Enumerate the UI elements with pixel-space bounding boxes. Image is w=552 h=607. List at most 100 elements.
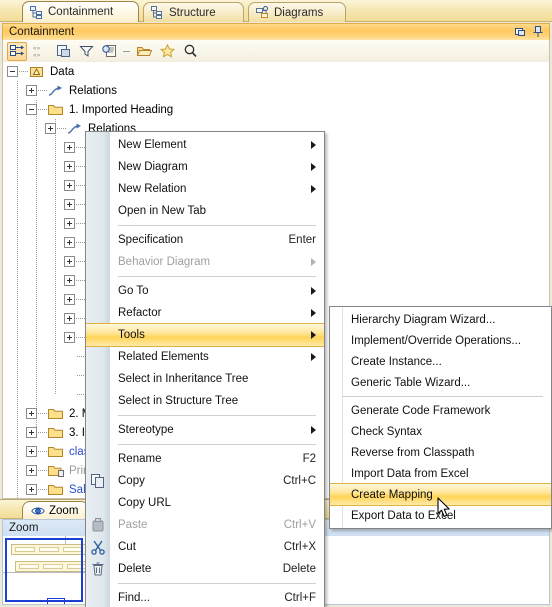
expand-icon[interactable] [64, 256, 75, 267]
menu-item[interactable]: Cut Ctrl+X [86, 536, 324, 558]
collapse-icon[interactable] [7, 66, 18, 77]
zoom-viewport-box[interactable] [5, 538, 83, 602]
menu-item[interactable]: Copy Ctrl+C [86, 470, 324, 492]
menu-item[interactable]: Import Data from Excel [330, 463, 551, 484]
menu-item[interactable]: Generic Table Wizard... [330, 372, 551, 393]
tree-connector [38, 451, 47, 452]
expand-icon[interactable] [64, 294, 75, 305]
menu-item[interactable]: Reverse from Classpath [330, 442, 551, 463]
toolbar-separator [123, 50, 130, 52]
tree-node[interactable]: Relations [26, 81, 119, 100]
menu-item-shortcut: F2 [302, 453, 316, 465]
menu-item-label: Reverse from Classpath [351, 446, 475, 459]
tree-connector [76, 204, 85, 205]
tab-containment[interactable]: Containment [22, 1, 139, 22]
expand-icon[interactable] [26, 408, 37, 419]
tree-node[interactable]: 1. Imported Heading [26, 100, 175, 119]
menu-item[interactable]: Open in New Tab [86, 200, 324, 222]
expand-icon[interactable] [64, 237, 75, 248]
expand-icon[interactable] [26, 446, 37, 457]
menu-item[interactable]: Find... Ctrl+F [86, 587, 324, 607]
relations-icon [67, 122, 83, 136]
expand-icon[interactable] [64, 275, 75, 286]
expand-icon[interactable] [26, 427, 37, 438]
menu-item-label: Specification [118, 234, 184, 246]
expand-icon[interactable] [64, 199, 75, 210]
menu-item[interactable]: Rename F2 [86, 448, 324, 470]
svg-text:«»: «» [33, 45, 41, 52]
collapse-all-icon[interactable]: «» «» [30, 42, 50, 61]
element-properties-icon[interactable] [99, 42, 119, 61]
tree-node[interactable]: Data [7, 62, 76, 81]
expand-icon[interactable] [26, 484, 37, 495]
copy-node-icon[interactable] [53, 42, 73, 61]
tree-node-label: Relations [69, 84, 117, 97]
relations-icon [48, 84, 64, 98]
tools-submenu[interactable]: Hierarchy Diagram Wizard... Implement/Ove… [329, 306, 552, 529]
menu-item[interactable]: Hierarchy Diagram Wizard... [330, 309, 551, 330]
expand-icon[interactable] [64, 180, 75, 191]
menu-item-label: Select in Structure Tree [118, 395, 239, 407]
collapse-icon[interactable] [26, 104, 37, 115]
menu-item-label: Delete [118, 563, 152, 575]
expand-icon[interactable] [64, 161, 75, 172]
tree-guide-line [17, 81, 18, 498]
tab-zoom[interactable]: Zoom [22, 501, 90, 520]
expand-icon[interactable] [64, 218, 75, 229]
menu-item[interactable]: Tools [86, 323, 324, 347]
submenu-arrow-icon [311, 287, 316, 295]
cut-icon [90, 539, 106, 555]
menu-item-label: New Element [118, 139, 187, 151]
menu-item[interactable]: Related Elements [86, 346, 324, 368]
folder-icon [48, 426, 64, 440]
expand-icon[interactable] [45, 123, 56, 134]
menu-item-label: New Relation [118, 183, 187, 195]
panel-title-bar: Containment [2, 23, 550, 40]
menu-item[interactable]: Delete Delete [86, 558, 324, 580]
expand-icon[interactable] [64, 313, 75, 324]
menu-item-label: Rename [118, 453, 162, 465]
menu-item[interactable]: Refactor [86, 302, 324, 324]
minimize-panel-icon[interactable] [514, 26, 526, 38]
folder-icon [48, 445, 64, 459]
tree-node[interactable]: 2. M [26, 404, 93, 423]
menu-item[interactable]: Implement/Override Operations... [330, 330, 551, 351]
submenu-arrow-icon [311, 163, 316, 171]
menu-separator [342, 396, 543, 397]
menu-item[interactable]: Check Syntax [330, 421, 551, 442]
filter-icon[interactable] [76, 42, 96, 61]
menu-item-label: Create Instance... [351, 355, 442, 368]
expand-icon[interactable] [26, 85, 37, 96]
menu-item[interactable]: Stereotype [86, 419, 324, 441]
menu-item[interactable]: New Diagram [86, 156, 324, 178]
expand-icon[interactable] [64, 142, 75, 153]
menu-item[interactable]: Copy URL [86, 492, 324, 514]
menu-item[interactable]: New Element [86, 134, 324, 156]
menu-item[interactable]: New Relation [86, 178, 324, 200]
expand-icon[interactable] [64, 332, 75, 343]
search-icon[interactable] [180, 42, 200, 61]
pin-panel-icon[interactable] [532, 26, 544, 38]
open-project-icon[interactable] [134, 42, 154, 61]
tab-diagrams[interactable]: Diagrams [248, 2, 346, 22]
context-menu[interactable]: New Element New Diagram New Relation Open i… [85, 131, 325, 607]
menu-item[interactable]: Select in Inheritance Tree [86, 368, 324, 390]
menu-item[interactable]: Generate Code Framework [330, 400, 551, 421]
menu-separator [118, 276, 316, 277]
menu-item-label: Hierarchy Diagram Wizard... [351, 313, 496, 326]
menu-item[interactable]: Go To [86, 280, 324, 302]
menu-item-label: Cut [118, 541, 136, 553]
menu-item[interactable]: Create Instance... [330, 351, 551, 372]
favorites-star-icon[interactable] [157, 42, 177, 61]
page-title: Containment [9, 26, 75, 38]
expand-icon[interactable] [26, 465, 37, 476]
menu-item-label: Copy URL [118, 497, 172, 509]
menu-item[interactable]: Specification Enter [86, 229, 324, 251]
show-auto-expand-icon[interactable] [7, 41, 27, 61]
paste-icon [90, 517, 106, 533]
menu-item-shortcut: Ctrl+X [283, 541, 316, 553]
tab-structure[interactable]: Structure [143, 2, 244, 22]
menu-item[interactable]: Select in Structure Tree [86, 390, 324, 412]
menu-item-label: Stereotype [118, 424, 174, 436]
tree-connector [38, 432, 47, 433]
